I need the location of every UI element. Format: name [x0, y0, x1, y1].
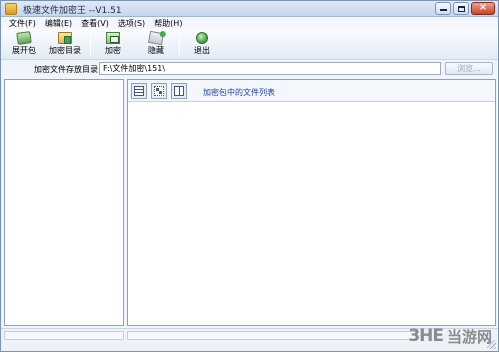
tree-view-button[interactable]	[151, 83, 167, 99]
folder-lock-icon	[58, 32, 72, 44]
maximize-icon	[458, 6, 465, 12]
folder-tree-pane[interactable]	[4, 79, 124, 326]
columns-view-icon	[174, 86, 184, 96]
window-controls: ×	[433, 2, 495, 16]
watermark-text: 当游网	[446, 327, 492, 346]
storage-path-row: 加密文件存放目录: 浏览...	[1, 61, 498, 77]
browse-button[interactable]: 浏览...	[445, 62, 493, 75]
hide-label: 隐藏	[148, 46, 164, 55]
columns-view-button[interactable]	[171, 83, 187, 99]
encrypt-label: 加密	[105, 46, 121, 55]
details-view-icon	[134, 86, 144, 96]
exit-button[interactable]: 退出	[182, 31, 222, 58]
exit-label: 退出	[194, 46, 210, 55]
file-list-title: 加密包中的文件列表	[203, 88, 275, 97]
unpack-button[interactable]: 展开包	[4, 31, 44, 58]
watermark-logo: 3HE	[408, 326, 444, 346]
file-list-toolbar: 加密包中的文件列表	[128, 80, 495, 102]
menu-view[interactable]: 查看(V)	[81, 18, 109, 29]
watermark: 3HE 当游网	[408, 325, 492, 347]
minimize-button[interactable]	[435, 2, 451, 15]
menu-options[interactable]: 选项(S)	[118, 18, 145, 29]
app-window: 极速文件加密王 --V1.51 × 文件(F) 编辑(E) 查看(V) 选项(S…	[0, 0, 499, 352]
encrypt-button[interactable]: 加密	[93, 31, 133, 58]
package-icon	[16, 31, 32, 45]
status-cell-right	[127, 331, 417, 340]
encrypt-icon	[106, 32, 120, 44]
status-cell-left	[4, 331, 124, 340]
title-bar[interactable]: 极速文件加密王 --V1.51 ×	[1, 1, 498, 17]
encrypt-directory-label: 加密目录	[49, 46, 81, 55]
storage-path-input[interactable]	[99, 62, 441, 75]
menu-help[interactable]: 帮助(H)	[154, 18, 182, 29]
exit-icon	[196, 32, 208, 44]
storage-path-label: 加密文件存放目录:	[34, 65, 101, 74]
unpack-label: 展开包	[12, 46, 36, 55]
toolbar-separator	[90, 32, 91, 56]
details-view-button[interactable]	[131, 83, 147, 99]
hide-icon	[148, 30, 164, 46]
close-icon: ×	[478, 2, 488, 13]
menu-edit[interactable]: 编辑(E)	[45, 18, 72, 29]
maximize-button[interactable]	[453, 2, 469, 15]
file-list-pane[interactable]: 加密包中的文件列表	[127, 79, 496, 326]
encrypt-directory-button[interactable]: 加密目录	[45, 31, 85, 58]
close-button[interactable]: ×	[471, 2, 495, 15]
menu-bar: 文件(F) 编辑(E) 查看(V) 选项(S) 帮助(H)	[1, 17, 498, 29]
menu-file[interactable]: 文件(F)	[9, 18, 36, 29]
minimize-icon	[440, 9, 447, 11]
tree-view-icon	[154, 86, 164, 96]
toolbar-separator	[179, 32, 180, 56]
main-toolbar: 展开包 加密目录 加密 隐藏 退出	[1, 29, 498, 60]
app-lock-icon	[5, 3, 17, 15]
window-title: 极速文件加密王 --V1.51	[23, 6, 122, 16]
hide-button[interactable]: 隐藏	[136, 30, 176, 58]
